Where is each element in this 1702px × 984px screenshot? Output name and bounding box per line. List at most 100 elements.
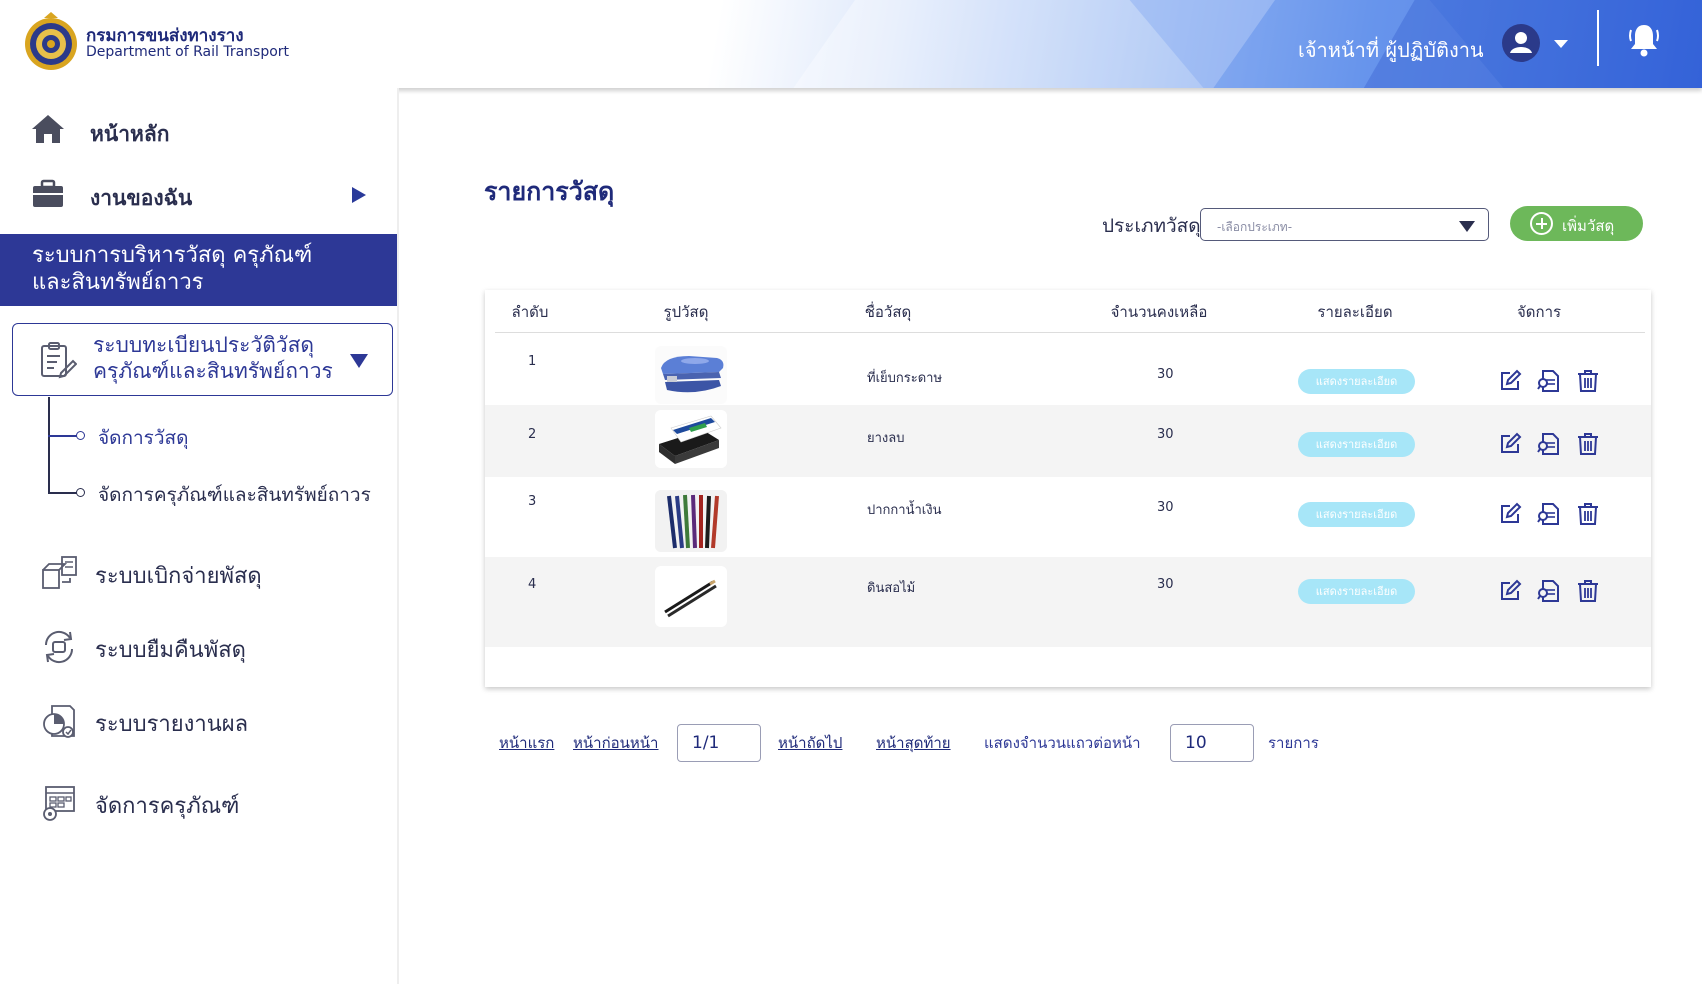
- column-header-manage: จัดการ: [1516, 303, 1562, 321]
- show-detail-button[interactable]: แสดงรายละเอียด: [1298, 502, 1415, 527]
- sidebar-item-report[interactable]: ระบบรายงานผล: [0, 692, 399, 748]
- material-image-eraser: [655, 410, 727, 468]
- document-search-icon[interactable]: [1537, 369, 1561, 393]
- material-name: ยางลบ: [867, 431, 905, 446]
- last-page-link[interactable]: หน้าสุดท้าย: [876, 731, 951, 755]
- report-icon: [43, 705, 75, 738]
- material-type-select[interactable]: -เลือกประเภท-: [1200, 208, 1489, 241]
- user-avatar[interactable]: [1502, 24, 1540, 62]
- material-quantity: 30: [1157, 577, 1174, 592]
- material-name: ปากกาน้ำเงิน: [867, 503, 942, 518]
- row-number: 3: [528, 494, 537, 509]
- material-quantity: 30: [1157, 367, 1174, 382]
- edit-icon[interactable]: [1498, 369, 1522, 393]
- column-header-quantity: จำนวนคงเหลือ: [1110, 303, 1208, 321]
- next-page-link[interactable]: หน้าถัดไป: [778, 731, 842, 755]
- tree-branch: [48, 492, 78, 494]
- page-number-input[interactable]: 1/1: [677, 724, 761, 762]
- registry-label-line1: ระบบทะเบียนประวัติวัสดุ: [93, 333, 315, 357]
- rows-per-page-input[interactable]: 10: [1170, 724, 1254, 762]
- user-icon: [1510, 32, 1532, 53]
- material-type-label: ประเภทวัสดุ: [1102, 215, 1201, 237]
- show-detail-button[interactable]: แสดงรายละเอียด: [1298, 432, 1415, 457]
- sidebar-item-label: ระบบรายงานผล: [95, 712, 249, 737]
- sidebar-item-equipment-settings[interactable]: จัดการครุภัณฑ์: [0, 774, 399, 830]
- material-image-stapler: [655, 346, 727, 404]
- previous-page-link[interactable]: หน้าก่อนหน้า: [573, 731, 658, 755]
- sidebar-item-borrow-return[interactable]: ระบบยืมคืนพัสดุ: [0, 618, 399, 674]
- sidebar: หน้าหลัก งานของฉัน ระบบการบริหารวัสดุ คร…: [0, 88, 399, 984]
- column-header-detail: รายละเอียด: [1317, 303, 1393, 321]
- submenu-manage-materials[interactable]: จัดการวัสดุ: [98, 423, 188, 453]
- material-quantity: 30: [1157, 500, 1174, 515]
- submenu-manage-equipment-assets[interactable]: จัดการครุภัณฑ์และสินทรัพย์ถาวร: [98, 480, 371, 510]
- collapse-arrow-icon[interactable]: [350, 354, 368, 368]
- row-number: 1: [528, 354, 537, 369]
- org-name-en: Department of Rail Transport: [86, 44, 290, 60]
- briefcase-icon: [33, 179, 63, 207]
- row-number: 2: [528, 427, 537, 442]
- plus-circle-icon: [1530, 212, 1553, 235]
- document-search-icon[interactable]: [1537, 579, 1561, 603]
- tree-branch: [48, 435, 78, 437]
- clipboard-edit-icon: [41, 342, 77, 379]
- header-divider: [1597, 10, 1599, 66]
- column-header-name: ชื่อวัสดุ: [864, 303, 912, 321]
- disbursement-icon: [42, 556, 77, 589]
- trash-icon[interactable]: [1576, 502, 1600, 526]
- department-logo: [25, 12, 77, 70]
- page-title: รายการวัสดุ: [484, 177, 615, 206]
- first-page-link[interactable]: หน้าแรก: [499, 731, 554, 755]
- tree-node-icon: [76, 488, 85, 497]
- home-icon: [32, 115, 64, 143]
- edit-icon[interactable]: [1498, 502, 1522, 526]
- table-row: 3 ปากกาน้ำเงิน 30 แสดงรายละเอียด: [485, 477, 1651, 557]
- document-search-icon[interactable]: [1537, 432, 1561, 456]
- trash-icon[interactable]: [1576, 369, 1600, 393]
- borrow-return-icon: [44, 630, 74, 664]
- system-banner[interactable]: ระบบการบริหารวัสดุ ครุภัณฑ์ และสินทรัพย์…: [0, 234, 397, 306]
- tree-node-icon: [76, 431, 85, 440]
- sidebar-item-disbursement[interactable]: ระบบเบิกจ่ายพัสดุ: [0, 544, 399, 600]
- sidebar-item-label: งานของฉัน: [90, 186, 193, 210]
- top-header: กรมการขนส่งทางราง Department of Rail Tra…: [0, 0, 1702, 88]
- add-material-button[interactable]: เพิ่มวัสดุ: [1510, 206, 1643, 241]
- expand-arrow-icon[interactable]: [352, 187, 366, 203]
- user-menu-dropdown-icon[interactable]: [1554, 40, 1568, 48]
- add-material-label: เพิ่มวัสดุ: [1562, 217, 1615, 235]
- row-number: 4: [528, 577, 537, 592]
- material-name: ที่เย็บกระดาษ: [867, 371, 943, 386]
- column-header-image: รูปวัสดุ: [663, 303, 709, 321]
- equipment-settings-icon: [43, 786, 75, 821]
- sidebar-item-registry[interactable]: ระบบทะเบียนประวัติวัสดุ ครุภัณฑ์และสินทร…: [12, 323, 393, 396]
- sidebar-item-label: ระบบเบิกจ่ายพัสดุ: [95, 564, 262, 589]
- notification-bell-icon[interactable]: [1628, 22, 1660, 58]
- document-search-icon[interactable]: [1537, 502, 1561, 526]
- edit-icon[interactable]: [1498, 432, 1522, 456]
- tree-line: [48, 397, 50, 493]
- edit-icon[interactable]: [1498, 579, 1522, 603]
- chevron-down-icon: [1459, 221, 1475, 232]
- trash-icon[interactable]: [1576, 579, 1600, 603]
- system-banner-line1: ระบบการบริหารวัสดุ ครุภัณฑ์: [32, 243, 313, 268]
- sidebar-item-my-work[interactable]: งานของฉัน: [0, 162, 399, 226]
- show-detail-button[interactable]: แสดงรายละเอียด: [1298, 369, 1415, 394]
- material-image-pencils: [655, 566, 727, 627]
- materials-table: ลำดับ รูปวัสดุ ชื่อวัสดุ จำนวนคงเหลือ รา…: [485, 290, 1651, 687]
- rows-per-page-label: แสดงจำนวนแถวต่อหน้า: [984, 734, 1141, 752]
- sidebar-item-label: จัดการครุภัณฑ์: [95, 794, 240, 819]
- column-header-no: ลำดับ: [511, 303, 549, 321]
- material-type-placeholder: -เลือกประเภท-: [1217, 220, 1293, 234]
- table-row: 4 ดินสอไม้ 30 แสดงรายละเอียด: [485, 557, 1651, 647]
- user-role-label: เจ้าหน้าที่ ผู้ปฏิบัติงาน: [1298, 38, 1484, 62]
- items-label: รายการ: [1268, 734, 1319, 752]
- table-row: 2 ยางลบ 30 แสดงรายละเอียด: [485, 405, 1651, 477]
- system-banner-line2: และสินทรัพย์ถาวร: [32, 270, 204, 295]
- material-image-pens: [655, 490, 727, 552]
- trash-icon[interactable]: [1576, 432, 1600, 456]
- material-quantity: 30: [1157, 427, 1174, 442]
- sidebar-item-home[interactable]: หน้าหลัก: [0, 98, 399, 162]
- material-name: ดินสอไม้: [867, 581, 916, 596]
- sidebar-item-label: ระบบยืมคืนพัสดุ: [95, 638, 246, 663]
- show-detail-button[interactable]: แสดงรายละเอียด: [1298, 579, 1415, 604]
